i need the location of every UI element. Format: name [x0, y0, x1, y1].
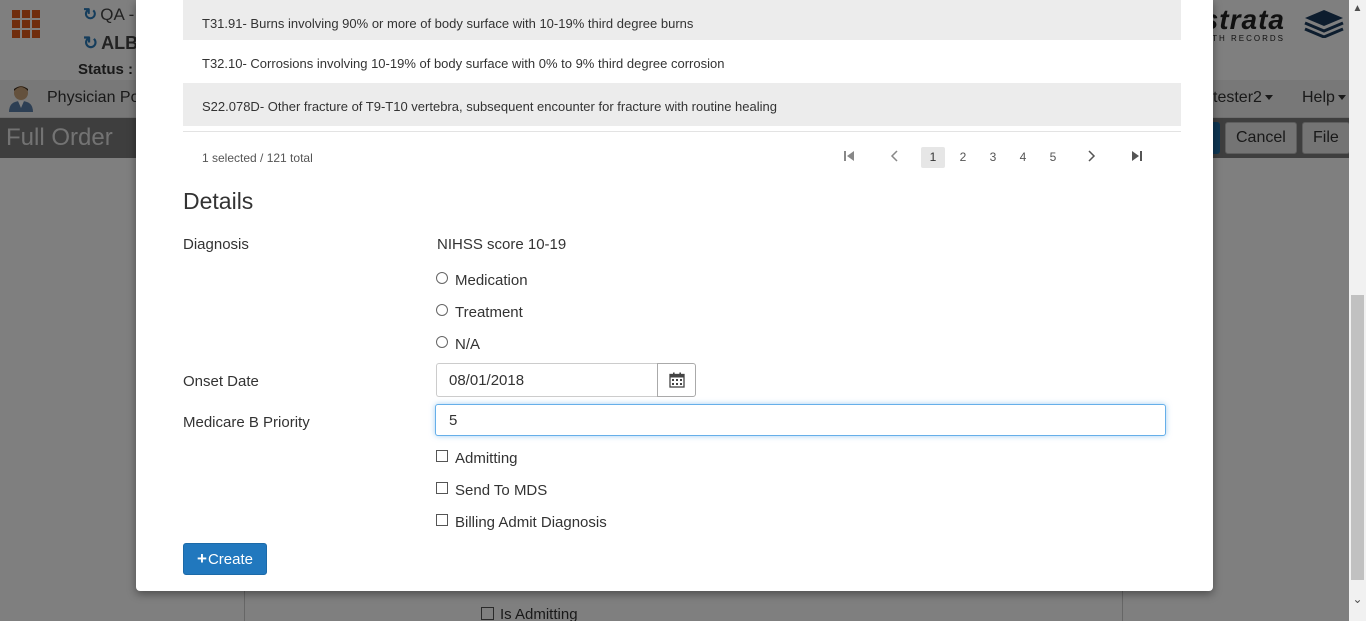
onset-date-input[interactable]: [436, 363, 657, 397]
checkbox-box: [436, 514, 448, 526]
checkbox-label: Admitting: [455, 450, 518, 467]
scroll-thumb[interactable]: [1351, 295, 1364, 580]
onset-date-label: Onset Date: [183, 373, 259, 390]
radio-label: Medication: [455, 272, 528, 289]
next-page-icon[interactable]: [1068, 149, 1114, 165]
admitting-checkbox[interactable]: Admitting: [436, 450, 518, 467]
medicare-b-priority-label: Medicare B Priority: [183, 414, 310, 431]
calendar-icon[interactable]: [657, 363, 696, 397]
selection-summary: 1 selected / 121 total: [202, 151, 313, 165]
pagination: 1 2 3 4 5: [826, 146, 1160, 168]
radio-label: N/A: [455, 336, 481, 353]
onset-date-group: [436, 363, 696, 397]
first-page-icon[interactable]: [826, 149, 872, 165]
radio-label: Treatment: [455, 304, 523, 321]
medicare-b-priority-input[interactable]: [435, 404, 1166, 436]
page-scrollbar[interactable]: ▲ ⌄: [1349, 0, 1366, 621]
checkbox-label: Send To MDS: [455, 482, 548, 499]
radio-circle: [436, 304, 448, 316]
plus-icon: +: [197, 549, 207, 568]
table-row[interactable]: S22.078D- Other fracture of T9-T10 verte…: [183, 83, 1181, 126]
scroll-up-arrow-icon[interactable]: ▲: [1349, 0, 1366, 17]
page-2[interactable]: 2: [948, 150, 978, 164]
radio-circle: [436, 272, 448, 284]
table-divider: [183, 131, 1181, 132]
create-label: Create: [207, 550, 253, 568]
details-heading: Details: [183, 188, 254, 214]
table-row[interactable]: T31.91- Burns involving 90% or more of b…: [183, 0, 1181, 40]
diagnosis-modal: T31.91- Burns involving 90% or more of b…: [136, 0, 1213, 591]
diagnosis-label: Diagnosis: [183, 236, 249, 253]
checkbox-box: [436, 450, 448, 462]
radio-medication[interactable]: Medication: [436, 272, 528, 289]
last-page-icon[interactable]: [1114, 149, 1160, 165]
checkbox-label: Billing Admit Diagnosis: [455, 514, 607, 531]
diagnosis-value: NIHSS score 10-19: [437, 236, 567, 253]
create-button[interactable]: + Create: [183, 543, 267, 575]
checkbox-box: [436, 482, 448, 494]
radio-treatment[interactable]: Treatment: [436, 304, 523, 321]
page-5[interactable]: 5: [1038, 150, 1068, 164]
scroll-down-arrow-icon[interactable]: ⌄: [1349, 589, 1366, 609]
page-4[interactable]: 4: [1008, 150, 1038, 164]
send-to-mds-checkbox[interactable]: Send To MDS: [436, 482, 547, 499]
page-1[interactable]: 1: [921, 146, 945, 168]
radio-na[interactable]: N/A: [436, 336, 480, 353]
table-row[interactable]: T32.10- Corrosions involving 10-19% of b…: [183, 40, 1181, 83]
previous-page-icon[interactable]: [872, 149, 918, 165]
billing-admit-diagnosis-checkbox[interactable]: Billing Admit Diagnosis: [436, 514, 607, 531]
diagnosis-table: T31.91- Burns involving 90% or more of b…: [183, 0, 1181, 132]
radio-circle: [436, 336, 448, 348]
page-3[interactable]: 3: [978, 150, 1008, 164]
